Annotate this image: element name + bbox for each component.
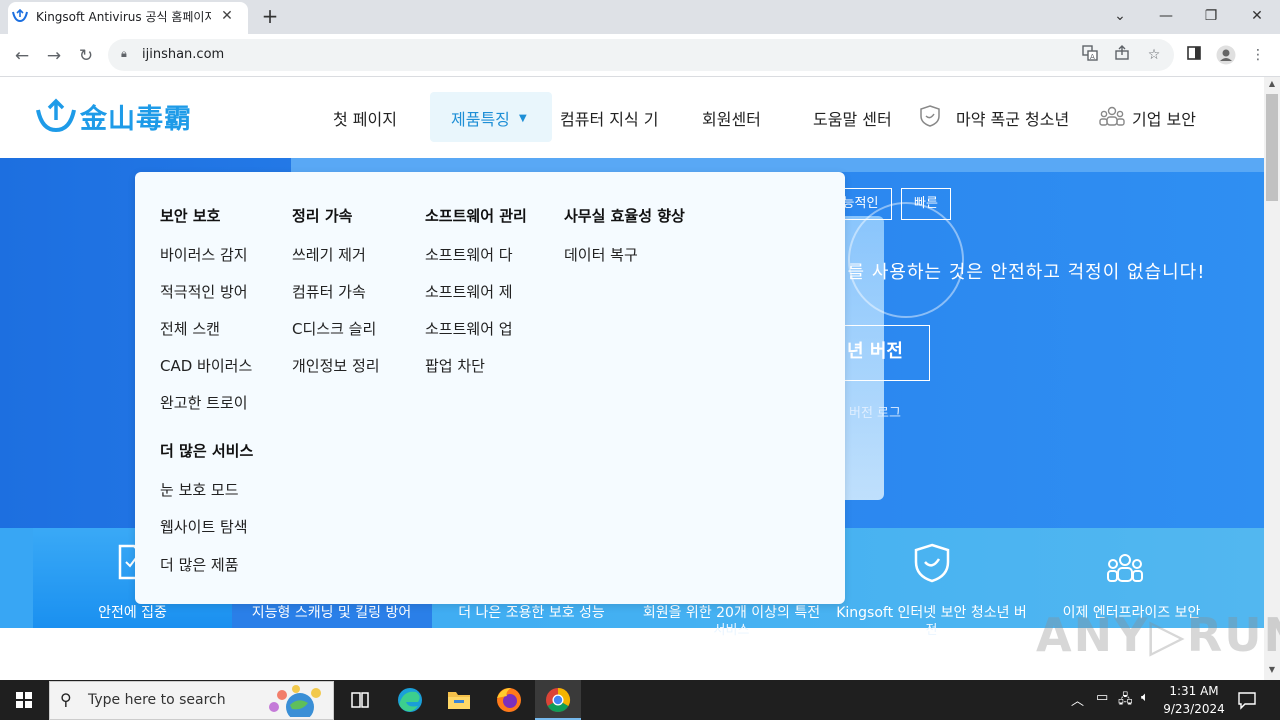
dropdown-item[interactable]: 적극적인 방어 [160, 281, 248, 302]
dropdown-item[interactable]: 개인정보 정리 [292, 355, 380, 376]
scroll-up-icon[interactable]: ▲ [1264, 79, 1280, 91]
dropdown-heading: 사무실 효율성 향상 [564, 207, 685, 225]
caret-down-icon[interactable]: ▼ [519, 113, 527, 124]
dropdown-item[interactable]: 데이터 복구 [564, 244, 638, 265]
dropdown-item[interactable]: C디스크 슬리 [292, 318, 376, 339]
tab-close-icon[interactable]: ✕ [217, 6, 237, 26]
shield-icon [913, 543, 951, 583]
notifications-icon[interactable] [1237, 690, 1257, 710]
bookmark-star-icon[interactable]: ☆ [1143, 45, 1165, 65]
feature-label: 더 나은 조용한 보호 성능 [458, 605, 605, 621]
dropdown-item[interactable]: 컴퓨터 가속 [292, 281, 366, 302]
dropdown-item[interactable]: 바이러스 감지 [160, 244, 248, 265]
anyrun-watermark: ANY▷RUN [1036, 608, 1280, 662]
share-icon[interactable] [1111, 45, 1133, 65]
restore-button[interactable]: ❐ [1197, 4, 1225, 28]
volume-icon[interactable]: 🔈︎ [1141, 690, 1149, 705]
kingsoft-favicon-icon [12, 8, 28, 23]
back-arrow-icon[interactable]: ← [10, 44, 34, 68]
forward-arrow-icon[interactable]: → [42, 44, 66, 68]
profile-avatar-icon[interactable] [1215, 45, 1237, 65]
version-log-link[interactable]: 버전 로그 [849, 402, 901, 421]
dropdown-item[interactable]: 웹사이트 탐색 [160, 516, 248, 537]
network-icon[interactable]: 🖧︎ [1118, 690, 1133, 712]
svg-text:A: A [1090, 53, 1095, 61]
close-window-button[interactable]: ✕ [1243, 4, 1271, 28]
dropdown-item[interactable]: 팝업 차단 [425, 355, 485, 376]
address-bar[interactable] [108, 39, 1174, 71]
dropdown-item[interactable]: 완고한 트로이 [160, 392, 248, 413]
dropdown-heading: 소프트웨어 관리 [425, 207, 527, 225]
minimize-button[interactable]: — [1152, 4, 1180, 28]
translate-icon[interactable]: A [1079, 45, 1101, 65]
new-tab-button[interactable]: + [259, 5, 281, 27]
feature-sub: 전 [925, 623, 938, 638]
task-view-icon[interactable] [340, 684, 380, 716]
feature-label: 안전에 집중 [98, 605, 167, 621]
lock-icon[interactable]: 🔒︎ [121, 47, 127, 61]
search-icon: ⚲ [60, 690, 72, 709]
dropdown-item[interactable]: CAD 바이러스 [160, 355, 252, 376]
kebab-menu-icon[interactable]: ⋮ [1247, 45, 1269, 65]
dropdown-item[interactable]: 소프트웨어 제 [425, 281, 513, 302]
dropdown-item[interactable]: 소프트웨어 다 [425, 244, 513, 265]
clock-date[interactable]: 9/23/2024 [1162, 702, 1226, 716]
tray-chevron-up-icon[interactable]: ︿ [1071, 690, 1084, 709]
dropdown-item[interactable]: 쓰레기 제거 [292, 244, 366, 265]
nav-features[interactable]: 제품특징 [451, 106, 510, 130]
scroll-down-icon[interactable]: ▼ [1264, 665, 1280, 677]
tab-search-chevron-icon[interactable]: ⌄ [1106, 4, 1134, 28]
reload-icon[interactable]: ↻ [74, 44, 98, 68]
dropdown-item[interactable]: 눈 보호 모드 [160, 479, 239, 500]
feature-sub: 서비스 [713, 623, 750, 638]
nav-youth[interactable]: 마약 폭군 청소년 [956, 106, 1069, 130]
file-explorer-icon[interactable] [439, 684, 479, 716]
nav-home[interactable]: 첫 페이지 [333, 106, 397, 130]
edge-browser-icon[interactable] [390, 684, 430, 716]
tab-title: Kingsoft Antivirus 공식 홈페이지 [36, 10, 211, 24]
nav-knowledge[interactable]: 컴퓨터 지식 기 [560, 106, 659, 130]
firefox-icon[interactable] [489, 684, 529, 716]
search-highlight-image-icon [262, 683, 330, 721]
nav-member-center[interactable]: 회원센터 [702, 106, 761, 130]
dropdown-heading: 보안 보호 [160, 207, 221, 225]
nav-help-center[interactable]: 도움말 센터 [813, 106, 892, 130]
clock-time[interactable]: 1:31 AM [1168, 684, 1220, 698]
logo-text[interactable]: 金山毒霸 [80, 97, 192, 136]
nav-enterprise[interactable]: 기업 보안 [1132, 106, 1196, 130]
dropdown-heading: 정리 가속 [292, 207, 353, 225]
scrollbar-thumb[interactable] [1266, 94, 1278, 201]
windows-start-icon[interactable] [0, 680, 48, 720]
dropdown-item[interactable]: 더 많은 제품 [160, 554, 239, 575]
people-icon [1099, 106, 1125, 126]
shield-icon [919, 105, 941, 127]
feature-label: 지능형 스캐닝 및 킬링 방어 [251, 605, 412, 621]
url-text[interactable]: ijinshan.com [142, 47, 224, 62]
people-icon [1107, 553, 1143, 583]
side-panel-icon[interactable] [1183, 45, 1205, 65]
features-dropdown [135, 172, 845, 604]
dropdown-heading: 더 많은 서비스 [160, 442, 254, 460]
dropdown-item[interactable]: 전체 스캔 [160, 318, 220, 339]
tray-device-icon[interactable]: ▭ [1096, 690, 1108, 705]
hero-tag: 빠른 [901, 188, 951, 220]
taskbar-search-placeholder[interactable]: Type here to search [88, 692, 226, 708]
chrome-icon[interactable] [538, 684, 578, 716]
dropdown-item[interactable]: 소프트웨어 업 [425, 318, 513, 339]
kingsoft-logo-icon[interactable] [36, 98, 76, 134]
hero-top-band [291, 158, 1264, 172]
hero-tagline: 터를 사용하는 것은 안전하고 걱정이 없습니다! [830, 262, 1206, 283]
